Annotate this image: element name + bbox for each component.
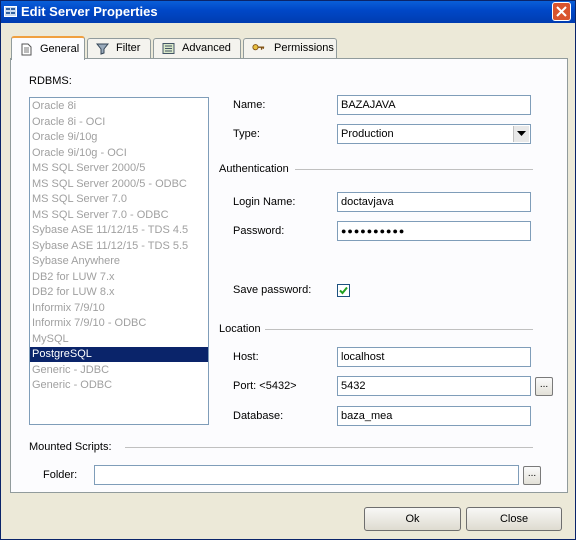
tab-permissions[interactable]: Permissions (243, 38, 337, 58)
login-name-label: Login Name: (233, 196, 296, 208)
checkmark-icon (339, 286, 348, 295)
list-item[interactable]: MS SQL Server 2000/5 - ODBC (30, 177, 208, 192)
list-item[interactable]: Sybase Anywhere (30, 254, 208, 269)
list-item[interactable]: Sybase ASE 11/12/15 - TDS 4.5 (30, 223, 208, 238)
list-item[interactable]: Generic - ODBC (30, 378, 208, 393)
tab-label: Permissions (274, 42, 334, 54)
save-password-checkbox[interactable] (337, 284, 350, 297)
list-item-selected[interactable]: PostgreSQL (30, 347, 208, 362)
ok-button[interactable]: Ok (364, 507, 461, 531)
folder-browse-button[interactable]: ... (523, 466, 541, 485)
chevron-down-icon (517, 131, 526, 136)
rdbms-list[interactable]: Oracle 8i Oracle 8i - OCI Oracle 9i/10g … (29, 97, 209, 425)
list-item[interactable]: Generic - JDBC (30, 363, 208, 378)
tab-filter[interactable]: Filter (87, 38, 151, 58)
mounted-scripts-divider (125, 447, 533, 448)
list-item[interactable]: Sybase ASE 11/12/15 - TDS 5.5 (30, 239, 208, 254)
type-value: Production (341, 128, 394, 140)
authentication-divider (295, 169, 533, 170)
dialog-window: Edit Server Properties General Filter Ad… (0, 0, 576, 540)
advanced-icon (162, 43, 175, 54)
list-item[interactable]: MySQL (30, 332, 208, 347)
password-field[interactable]: ●●●●●●●●●● (337, 221, 531, 241)
list-item[interactable]: MS SQL Server 7.0 (30, 192, 208, 207)
list-item[interactable]: Oracle 9i/10g - OCI (30, 146, 208, 161)
tab-advanced[interactable]: Advanced (153, 38, 241, 58)
port-field[interactable]: 5432 (337, 376, 531, 396)
type-select[interactable]: Production (337, 124, 531, 144)
close-icon (556, 6, 567, 17)
tab-label: General (40, 43, 80, 55)
title-bar[interactable]: Edit Server Properties (1, 1, 575, 23)
type-dropdown-button[interactable] (513, 126, 529, 142)
port-browse-button[interactable]: ... (535, 377, 553, 396)
mounted-scripts-heading: Mounted Scripts: (29, 441, 112, 453)
type-label: Type: (233, 128, 260, 140)
window-title: Edit Server Properties (21, 4, 158, 19)
list-item[interactable]: Informix 7/9/10 (30, 301, 208, 316)
tab-label: Filter (116, 42, 141, 54)
list-item[interactable]: MS SQL Server 2000/5 (30, 161, 208, 176)
close-button[interactable]: Close (466, 507, 562, 531)
rdbms-label: RDBMS: (29, 75, 72, 87)
name-field[interactable]: BAZAJAVA (337, 95, 531, 115)
list-item[interactable]: Informix 7/9/10 - ODBC (30, 316, 208, 331)
list-item[interactable]: Oracle 9i/10g (30, 130, 208, 145)
list-item[interactable]: MS SQL Server 7.0 - ODBC (30, 208, 208, 223)
list-item[interactable]: Oracle 8i - OCI (30, 115, 208, 130)
save-password-label: Save password: (233, 284, 312, 296)
authentication-heading: Authentication (219, 163, 289, 175)
location-heading: Location (219, 323, 261, 335)
database-field[interactable]: baza_mea (337, 406, 531, 426)
tab-label: Advanced (182, 42, 231, 54)
filter-icon (96, 43, 109, 55)
folder-label: Folder: (43, 469, 78, 481)
page-icon (21, 43, 32, 56)
close-window-button[interactable] (552, 2, 571, 21)
app-icon (4, 6, 17, 17)
location-divider (265, 329, 533, 330)
name-label: Name: (233, 99, 266, 111)
keys-icon (252, 44, 265, 51)
login-name-field[interactable]: doctavjava (337, 192, 531, 212)
list-item[interactable]: DB2 for LUW 8.x (30, 285, 208, 300)
folder-field[interactable] (94, 465, 519, 485)
host-label: Host: (233, 351, 259, 363)
port-label: Port: <5432> (233, 380, 297, 392)
host-field[interactable]: localhost (337, 347, 531, 367)
database-label: Database: (233, 410, 284, 422)
list-item[interactable]: Oracle 8i (30, 99, 208, 114)
password-label: Password: (233, 225, 285, 237)
tab-general[interactable]: General (11, 36, 85, 60)
list-item[interactable]: DB2 for LUW 7.x (30, 270, 208, 285)
